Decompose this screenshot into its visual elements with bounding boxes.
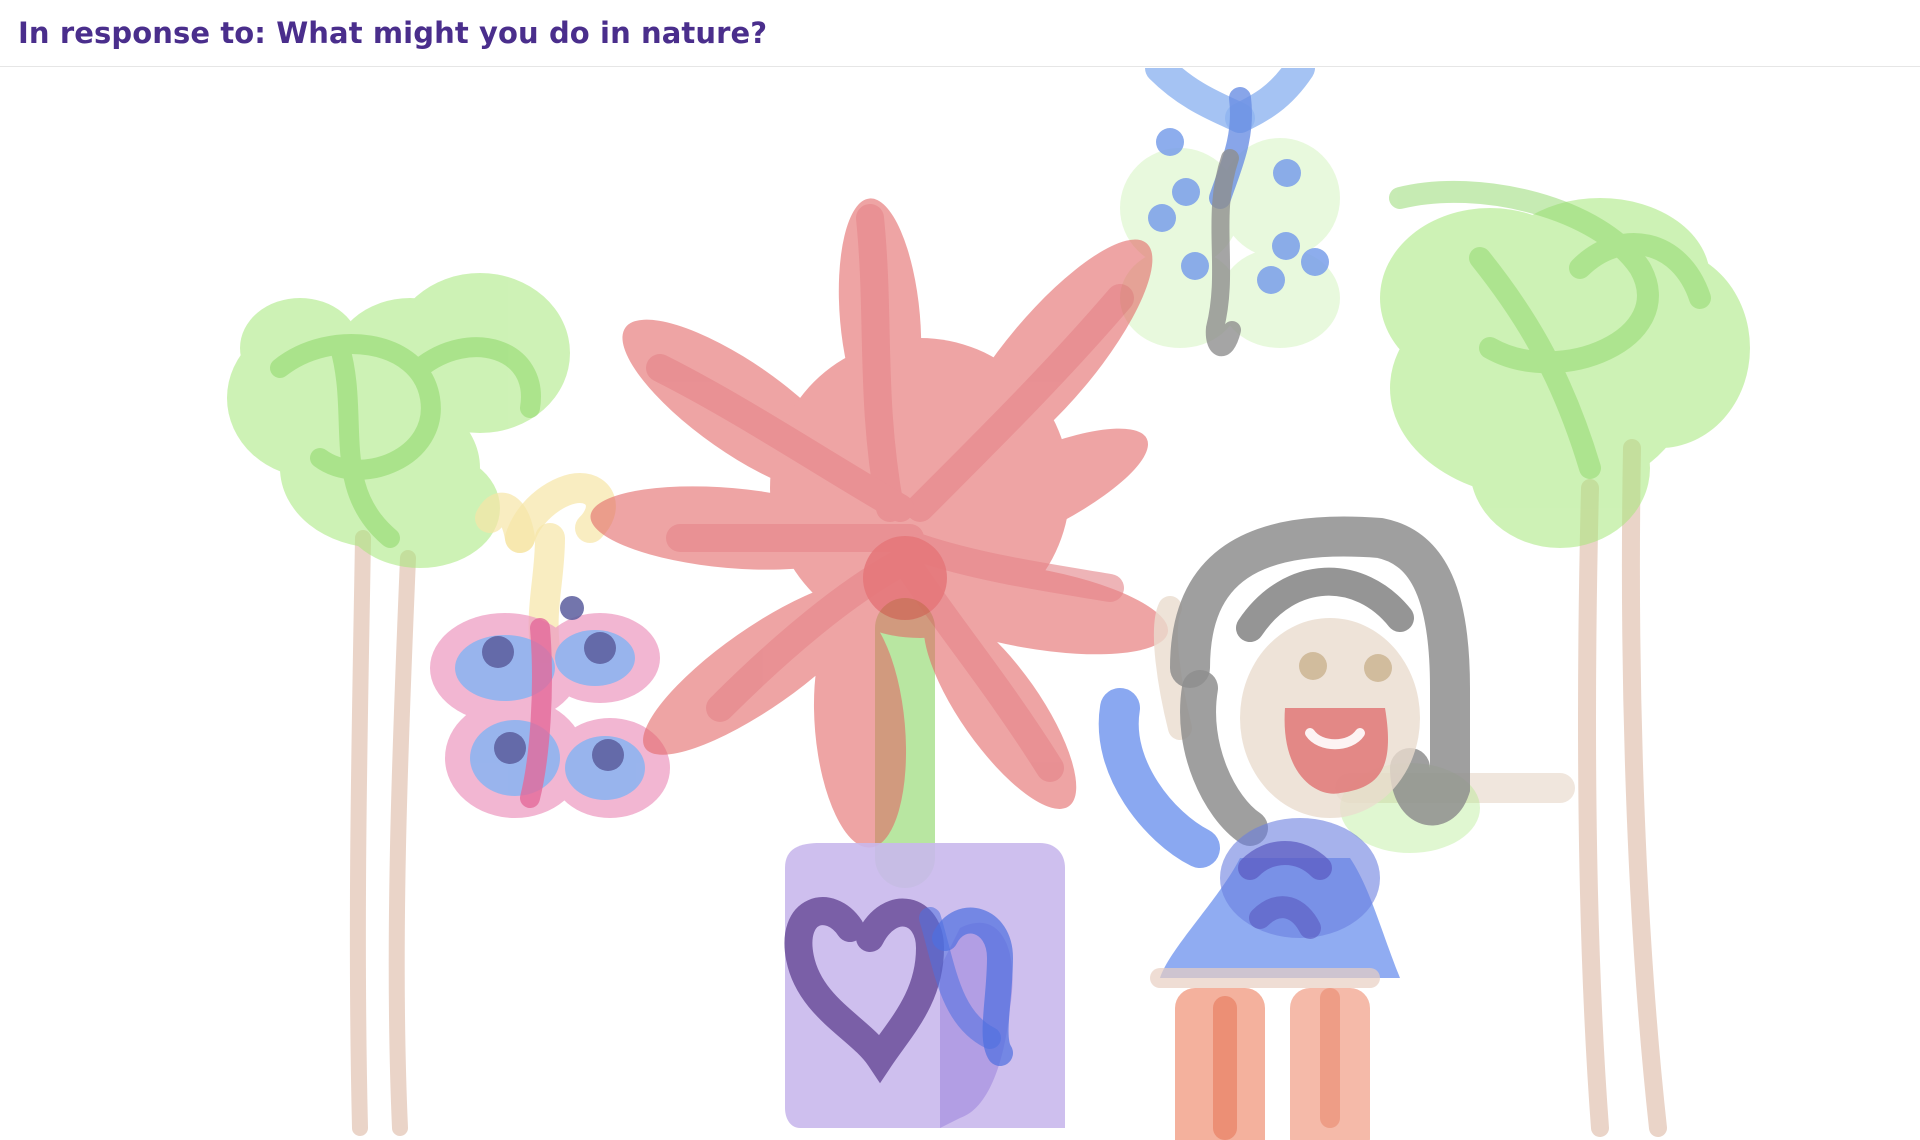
prompt-header: In response to: What might you do in nat…	[0, 0, 1920, 67]
child-drawing	[227, 68, 1750, 1140]
big-red-flower-icon	[590, 198, 1169, 848]
girl-figure-icon	[1098, 516, 1575, 1140]
drawing-canvas	[0, 68, 1920, 1140]
prompt-title: In response to: What might you do in nat…	[18, 16, 768, 50]
blue-butterfly-icon	[1120, 68, 1340, 357]
